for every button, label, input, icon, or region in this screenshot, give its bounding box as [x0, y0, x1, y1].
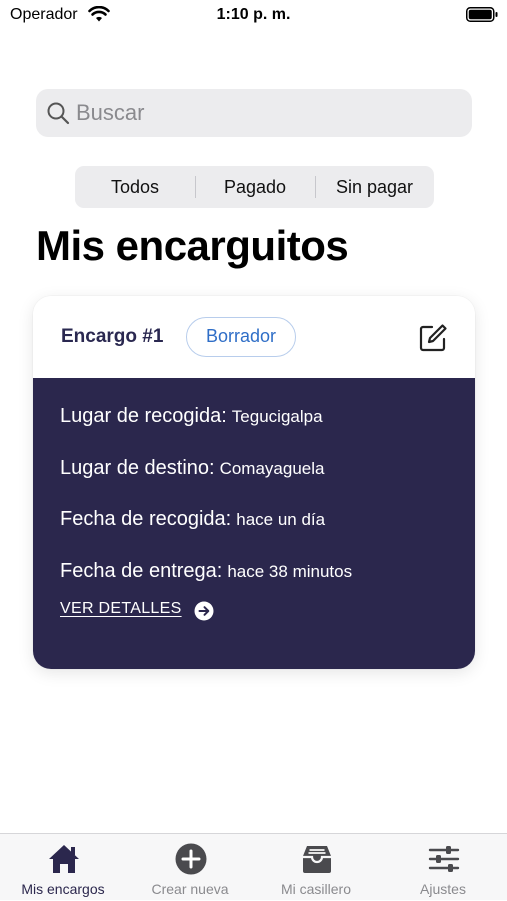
inbox-tray-icon: [303, 846, 331, 873]
filter-tab-unpaid[interactable]: Sin pagar: [315, 166, 434, 208]
tab-create-new[interactable]: Crear nueva: [127, 834, 253, 901]
order-card-body: Lugar de recogida: Tegucigalpa Lugar de d…: [33, 378, 475, 669]
order-title: Encargo #1: [61, 326, 164, 347]
edit-icon: [419, 324, 447, 352]
battery-icon: [466, 7, 498, 22]
destination-value: Comayaguela: [219, 459, 325, 478]
bottom-tab-bar: Mis encargos Crear nueva Mi casillero Aj…: [0, 833, 507, 900]
delivery-date-value: hace 38 minutos: [227, 562, 353, 581]
tab-my-locker[interactable]: Mi casillero: [253, 834, 379, 901]
search-icon: [47, 102, 70, 125]
pickup-date-row: Fecha de recogida: hace un día: [60, 508, 325, 531]
tab-my-orders[interactable]: Mis encargos: [0, 834, 126, 901]
status-badge: Borrador: [186, 317, 296, 357]
order-card-header: Encargo #1 Borrador: [33, 296, 475, 378]
status-time: 1:10 p. m.: [216, 6, 291, 23]
tab-label: Mis encargos: [21, 881, 105, 897]
home-icon: [49, 845, 79, 873]
destination-label: Lugar de destino:: [60, 457, 215, 479]
tab-settings[interactable]: Ajustes: [380, 834, 506, 901]
filter-tab-all[interactable]: Todos: [75, 166, 195, 208]
destination-row: Lugar de destino: Comayaguela: [60, 457, 324, 480]
pickup-place-value: Tegucigalpa: [231, 407, 323, 426]
page-title: Mis encarguitos: [36, 222, 349, 269]
view-details-link[interactable]: VER DETALLES: [60, 600, 214, 621]
status-bar: Operador 1:10 p. m.: [0, 0, 507, 32]
pickup-place-row: Lugar de recogida: Tegucigalpa: [60, 405, 323, 428]
tab-label: Ajustes: [420, 881, 466, 897]
delivery-date-row: Fecha de entrega: hace 38 minutos: [60, 560, 352, 583]
delivery-date-label: Fecha de entrega:: [60, 560, 223, 582]
search-input[interactable]: [76, 89, 456, 137]
edit-order-button[interactable]: [417, 322, 449, 354]
order-card: Encargo #1 Borrador Lugar de recogida: Te…: [33, 296, 475, 669]
payment-filter-segmented-control: Todos Pagado Sin pagar: [75, 166, 434, 208]
filter-tab-paid[interactable]: Pagado: [195, 166, 315, 208]
arrow-right-circle-icon: [194, 601, 214, 621]
tab-label: Crear nueva: [151, 881, 229, 897]
tab-label: Mi casillero: [280, 881, 351, 897]
search-bar[interactable]: [36, 89, 472, 137]
plus-circle-icon: [175, 843, 207, 875]
pickup-date-label: Fecha de recogida:: [60, 508, 232, 530]
sliders-icon: [428, 846, 460, 872]
pickup-place-label: Lugar de recogida:: [60, 405, 227, 427]
pickup-date-value: hace un día: [236, 510, 326, 529]
view-details-label: VER DETALLES: [60, 600, 182, 617]
